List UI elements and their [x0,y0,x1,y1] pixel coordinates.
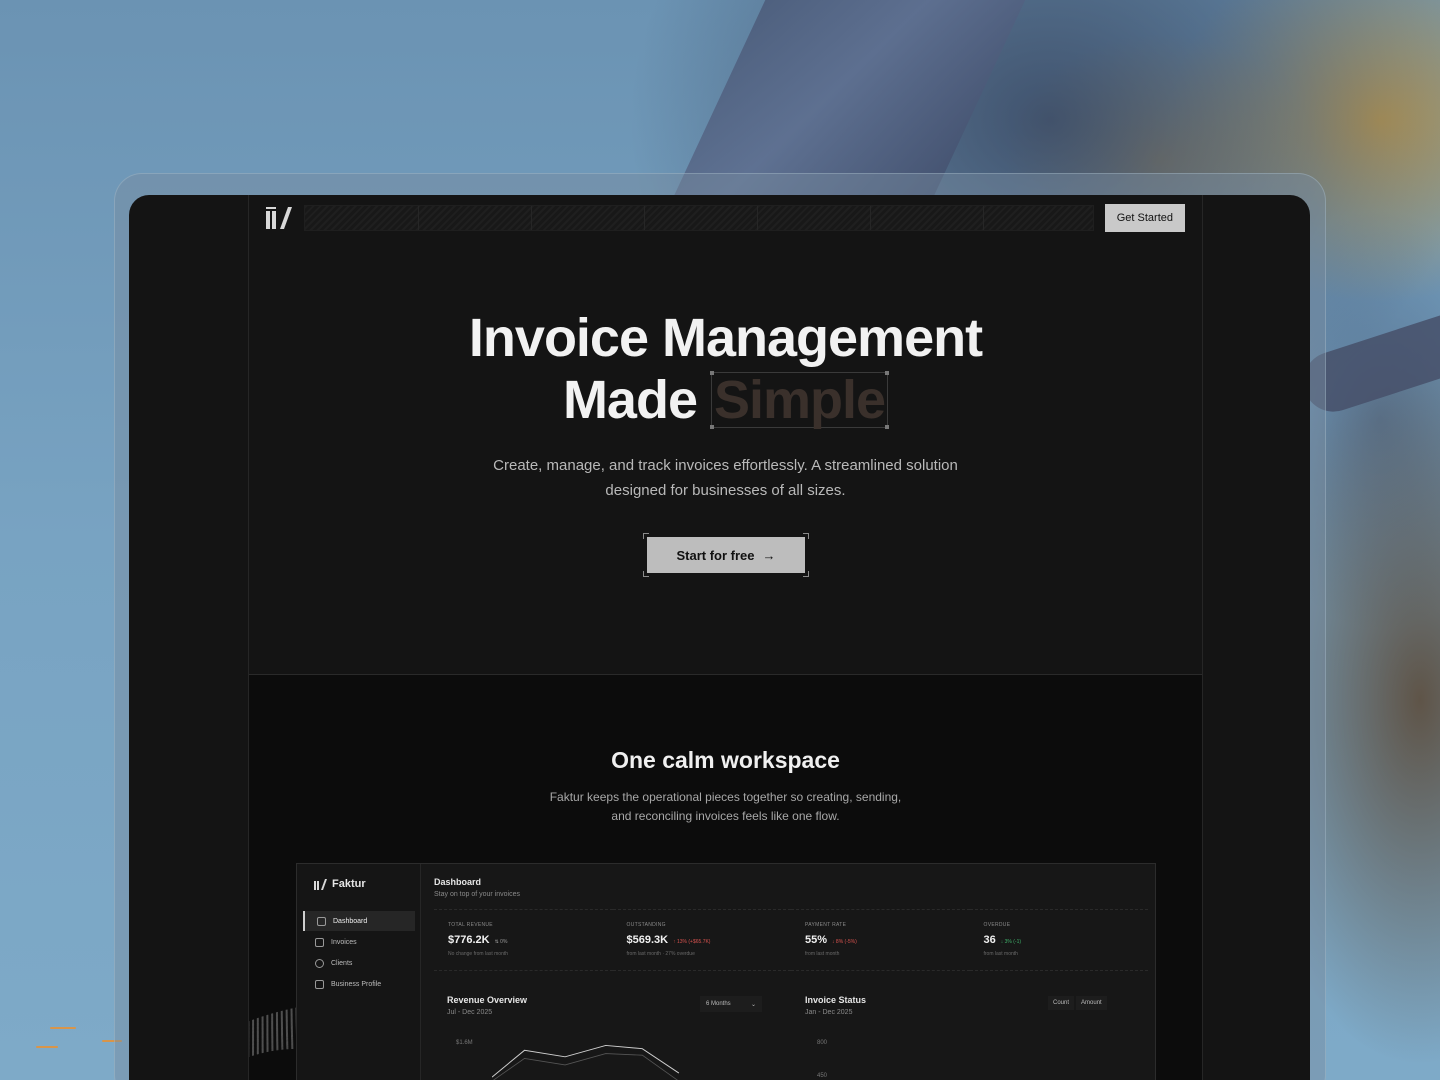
stats-row: TOTAL REVENUE $776.2K ⇅ 0% No change fro… [434,909,1148,971]
chevron-down-icon: ⌄ [750,1001,756,1008]
stat-card-overdue: OVERDUE 36 ↓ 3% (-1) from last month [969,909,1148,971]
dashboard-subtitle: Stay on top of your invoices [434,891,520,898]
page-column: Get Started Invoice Management Made Simp… [248,195,1203,1080]
cta-frame: Start for free → [643,533,809,577]
showcase-section: One calm workspace Faktur keeps the oper… [249,675,1202,1080]
app-sidebar: Faktur Dashboard Invoices Clients Busine… [297,864,421,1080]
stat-note: from last month · 27% overdue [626,951,695,957]
sidebar-item-clients[interactable]: Clients [303,953,415,973]
revenue-overview-title: Revenue Overview [447,995,528,1005]
hero-title-prefix: Made [562,370,698,430]
stat-card-payment-rate: PAYMENT RATE 55% ↓ 8% (-5%) from last mo… [791,909,970,971]
top-nav: Get Started [249,195,1202,240]
arrow-right-icon: → [762,547,776,563]
status-y-tick-800: 800 [817,1040,828,1046]
app-preview: Faktur Dashboard Invoices Clients Busine… [296,863,1156,1080]
stat-card-outstanding: OUTSTANDING $569.3K ↑ 13% (+$65.7K) from… [612,909,791,971]
hero-title-line1: Invoice Management [468,308,983,368]
get-started-button[interactable]: Get Started [1104,204,1185,232]
months-select-value: 6 Months [706,1001,731,1007]
water-ripple [36,1046,58,1048]
revenue-y-tick: $1.6M [456,1040,473,1046]
sidebar-item-label: Clients [331,959,353,967]
stat-value: $569.3K [626,934,669,946]
faktur-logo-icon[interactable] [266,207,292,229]
stat-label: PAYMENT RATE [805,922,847,928]
browser-window: Get Started Invoice Management Made Simp… [129,195,1310,1080]
stat-card-total-revenue: TOTAL REVENUE $776.2K ⇅ 0% No change fro… [434,909,613,971]
stat-delta: ↑ 13% (+$65.7K) [673,939,711,945]
revenue-line-chart [492,1044,680,1080]
showcase-subtitle: Faktur keeps the operational pieces toge… [249,788,1202,826]
stat-note: from last month [983,951,1018,957]
app-brand[interactable]: Faktur [314,878,366,890]
hero-subtitle: Create, manage, and track invoices effor… [249,453,1202,503]
stat-value: $776.2K [448,934,490,946]
toggle-amount[interactable]: Amount [1076,996,1107,1010]
app-main: Dashboard Stay on top of your invoices T… [422,864,1155,1080]
count-amount-toggle: Count Amount [1048,996,1107,1010]
stat-note: from last month [805,951,840,957]
stat-delta: ↓ 8% (-5%) [832,939,857,945]
stat-value: 36 [983,934,996,946]
sidebar-item-dashboard[interactable]: Dashboard [303,911,415,931]
showcase-subtitle-line1: Faktur keeps the operational pieces toge… [549,790,902,804]
file-icon [315,937,324,947]
sidebar-item-label: Business Profile [331,980,382,988]
hero-subtitle-line2: designed for businesses of all sizes. [605,482,846,499]
hero-highlight-word: Simple [714,370,886,430]
hero-subtitle-line1: Create, manage, and track invoices effor… [493,457,958,474]
start-for-free-label: Start for free [676,547,755,563]
hero-title-highlight: Simple [710,370,890,430]
stat-label: OVERDUE [983,922,1011,928]
revenue-overview-range: Jul - Dec 2025 [447,1009,493,1016]
stat-delta: ↓ 3% (-1) [1000,939,1022,945]
invoice-status-title: Invoice Status [805,995,867,1005]
grid-icon [317,916,326,926]
stat-label: TOTAL REVENUE [448,922,493,928]
nav-hatch-pattern [304,205,1094,231]
sidebar-item-invoices[interactable]: Invoices [303,932,415,952]
sidebar-item-label: Invoices [331,938,357,946]
dashboard-title: Dashboard [434,877,482,887]
stat-label: OUTSTANDING [626,922,666,928]
showcase-title: One calm workspace [611,747,840,773]
water-ripple [50,1027,76,1029]
hero-title: Invoice Management Made Simple [249,307,1202,431]
building-icon [315,979,324,989]
stat-delta: ⇅ 0% [494,939,508,945]
sidebar-item-business-profile[interactable]: Business Profile [303,974,415,994]
invoice-status-range: Jan - Dec 2025 [805,1009,853,1016]
faktur-logo-icon [314,878,327,890]
stat-note: No change from last month [448,951,509,957]
toggle-count[interactable]: Count [1048,996,1075,1010]
stat-value: 55% [805,934,828,946]
showcase-subtitle-line2: and reconciling invoices feels like one … [611,809,840,823]
hero-title-line2: Made Simple [249,369,1202,431]
app-brand-name: Faktur [332,878,366,890]
status-y-tick-450: 450 [817,1073,828,1079]
sidebar-item-label: Dashboard [333,917,368,925]
users-icon [315,958,324,968]
start-for-free-button[interactable]: Start for free → [647,537,805,573]
months-select[interactable]: 6 Months ⌄ [700,996,762,1012]
